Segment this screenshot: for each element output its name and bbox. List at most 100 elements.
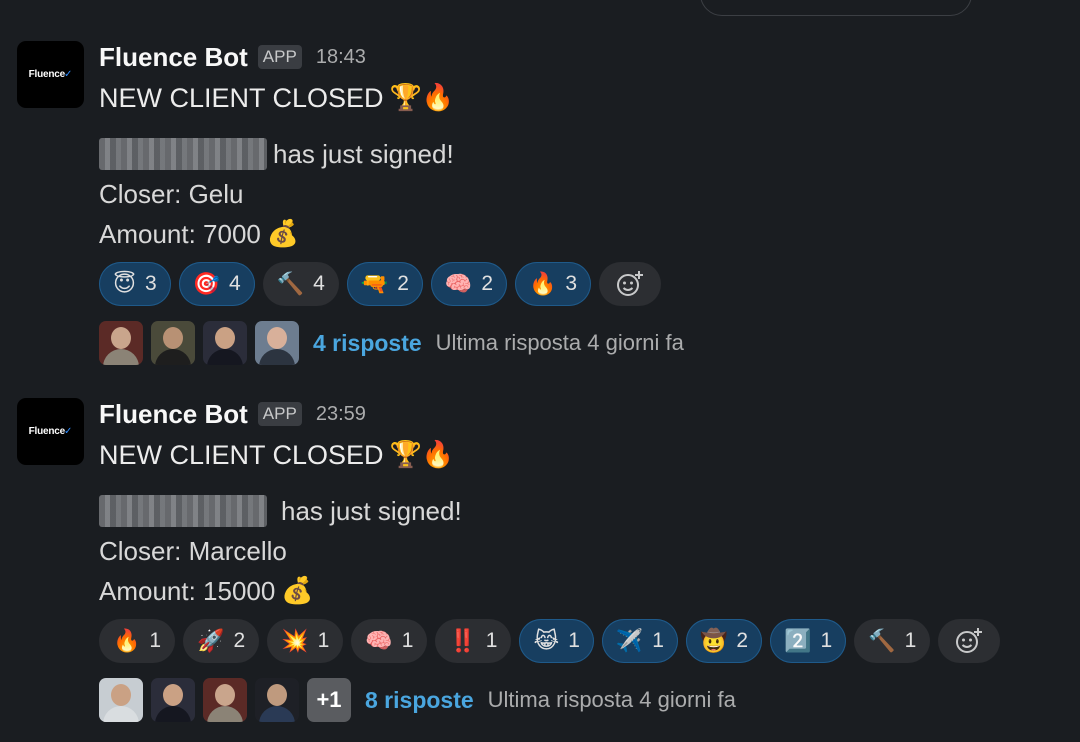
reaction-emoji: ✈️ <box>615 628 644 654</box>
bot-avatar[interactable]: Fluence ✓ <box>17 398 84 465</box>
reaction-pill[interactable]: 🔨 1 <box>854 619 931 663</box>
reaction-emoji: ‼️ <box>449 628 477 654</box>
message-title: NEW CLIENT CLOSED 🏆🔥 <box>99 80 684 116</box>
message-body: Fluence Bot APP 23:59 NEW CLIENT CLOSED … <box>99 397 1001 723</box>
money-bag-emoji: 💰 <box>281 576 314 606</box>
amount-line: Amount: 15000 💰 <box>99 571 1000 611</box>
timestamp[interactable]: 18:43 <box>316 46 366 69</box>
amount-line: Amount: 7000 💰 <box>99 214 684 254</box>
trophy-fire-emoji: 🏆🔥 <box>389 440 455 470</box>
reaction-count: 1 <box>401 629 414 652</box>
participant-avatar <box>203 678 247 722</box>
reaction-pill[interactable]: 🚀 2 <box>183 619 260 663</box>
reaction-pill[interactable]: 🤠 2 <box>685 619 763 663</box>
add-reaction-button[interactable] <box>599 262 662 306</box>
reaction-emoji: 🔥 <box>529 271 557 297</box>
redacted-client-name <box>99 138 267 170</box>
reaction-emoji: 🔥 <box>113 628 141 654</box>
reaction-emoji: 🤠 <box>699 628 728 654</box>
amount-text: Amount: 15000 <box>99 575 276 606</box>
reaction-count: 2 <box>397 272 409 295</box>
reaction-emoji: 🚀 <box>197 628 225 654</box>
reaction-count: 3 <box>144 272 157 295</box>
reaction-pill[interactable]: ✈️ 1 <box>601 619 678 663</box>
message-header: Fluence Bot APP 23:59 <box>99 397 1000 431</box>
reaction-pill[interactable]: 🧠 1 <box>351 619 428 663</box>
checkmark-icon: ✓ <box>64 426 73 437</box>
sender-name[interactable]: Fluence Bot <box>99 42 248 73</box>
participant-avatar <box>99 678 143 722</box>
reaction-bar: 🔥 1 🚀 2 💥 1 🧠 1 ‼️ 1 😹 1 ✈️ 1 🤠 2 2️⃣ 1 🔨 1 <box>99 619 1001 663</box>
reaction-pill[interactable]: 🔨 4 <box>262 262 339 306</box>
money-bag-emoji: 💰 <box>266 219 300 249</box>
reaction-pill[interactable]: 🎯 4 <box>178 262 255 306</box>
reaction-pill[interactable]: 🔫 2 <box>346 262 423 306</box>
redacted-client-name <box>99 495 267 527</box>
reply-count-link[interactable]: 4 risposte <box>313 330 422 357</box>
reaction-emoji: 🔫 <box>360 271 389 297</box>
participant-avatar <box>151 678 195 722</box>
reaction-emoji: 😇 <box>113 271 136 297</box>
reaction-emoji: 🧠 <box>365 628 393 654</box>
message-body: Fluence Bot APP 18:43 NEW CLIENT CLOSED … <box>99 40 684 366</box>
participant-avatar <box>99 321 143 365</box>
closer-line: Closer: Marcello <box>99 535 287 566</box>
reaction-pill[interactable]: 🔥 1 <box>99 619 176 663</box>
reaction-count: 4 <box>229 272 241 295</box>
participant-avatar <box>255 321 299 365</box>
trophy-fire-emoji: 🏆🔥 <box>389 83 455 113</box>
reaction-count: 1 <box>149 629 162 652</box>
add-reaction-button[interactable] <box>938 619 1001 663</box>
reaction-count: 1 <box>652 629 664 652</box>
reaction-pill[interactable]: 💥 1 <box>267 619 344 663</box>
signed-text: has just signed! <box>273 138 454 169</box>
reaction-emoji: 🎯 <box>192 271 221 297</box>
reaction-count: 2 <box>736 629 749 652</box>
reaction-pill[interactable]: 2️⃣ 1 <box>770 619 847 663</box>
reaction-pill[interactable]: 🔥 3 <box>515 262 592 306</box>
signed-line: has just signed! <box>99 134 684 174</box>
reaction-count: 2 <box>233 629 246 652</box>
closer-line: Closer: Gelu <box>99 178 244 209</box>
title-text: NEW CLIENT CLOSED <box>99 439 384 470</box>
sender-name[interactable]: Fluence Bot <box>99 399 248 430</box>
signed-text: has just signed! <box>281 495 462 526</box>
title-text: NEW CLIENT CLOSED <box>99 82 384 113</box>
more-participants-badge: +1 <box>307 678 351 722</box>
bot-avatar[interactable]: Fluence ✓ <box>17 41 84 108</box>
reaction-count: 3 <box>565 272 578 295</box>
participant-avatar <box>255 678 299 722</box>
reaction-emoji: 2️⃣ <box>784 628 812 654</box>
participant-avatar <box>203 321 247 365</box>
add-reaction-icon <box>956 628 983 653</box>
signed-line: has just signed! <box>99 491 1000 531</box>
search-bar-edge <box>700 0 972 16</box>
reaction-count: 4 <box>313 272 325 295</box>
avatar-logo-text: Fluence <box>28 426 66 437</box>
thread-summary[interactable]: +1 8 risposte Ultima risposta 4 giorni f… <box>99 677 1000 723</box>
reaction-pill[interactable]: 🧠 2 <box>430 262 507 306</box>
app-badge: APP <box>257 402 302 426</box>
add-reaction-icon <box>617 271 644 296</box>
reply-count-link[interactable]: 8 risposte <box>365 687 474 714</box>
timestamp[interactable]: 23:59 <box>316 403 366 426</box>
reaction-pill[interactable]: ‼️ 1 <box>435 619 512 663</box>
last-reply-text: Ultima risposta 4 giorni fa <box>435 330 684 355</box>
reaction-count: 1 <box>568 629 580 652</box>
checkmark-icon: ✓ <box>64 69 73 80</box>
reaction-emoji: 🔨 <box>868 628 896 654</box>
reaction-count: 1 <box>904 629 917 652</box>
app-badge: APP <box>257 45 302 69</box>
reaction-count: 1 <box>317 629 330 652</box>
reaction-emoji: 💥 <box>281 628 309 654</box>
reaction-count: 1 <box>820 629 833 652</box>
thread-summary[interactable]: 4 risposte Ultima risposta 4 giorni fa <box>99 320 684 366</box>
amount-text: Amount: 7000 <box>99 218 261 249</box>
reaction-emoji: 😹 <box>533 628 560 654</box>
participant-avatar <box>151 321 195 365</box>
reaction-pill[interactable]: 😇 3 <box>99 262 171 306</box>
message-header: Fluence Bot APP 18:43 <box>99 40 684 74</box>
reaction-bar: 😇 3 🎯 4 🔨 4 🔫 2 🧠 2 🔥 3 <box>99 262 684 306</box>
reaction-pill[interactable]: 😹 1 <box>519 619 594 663</box>
last-reply-text: Ultima risposta 4 giorni fa <box>487 687 736 712</box>
